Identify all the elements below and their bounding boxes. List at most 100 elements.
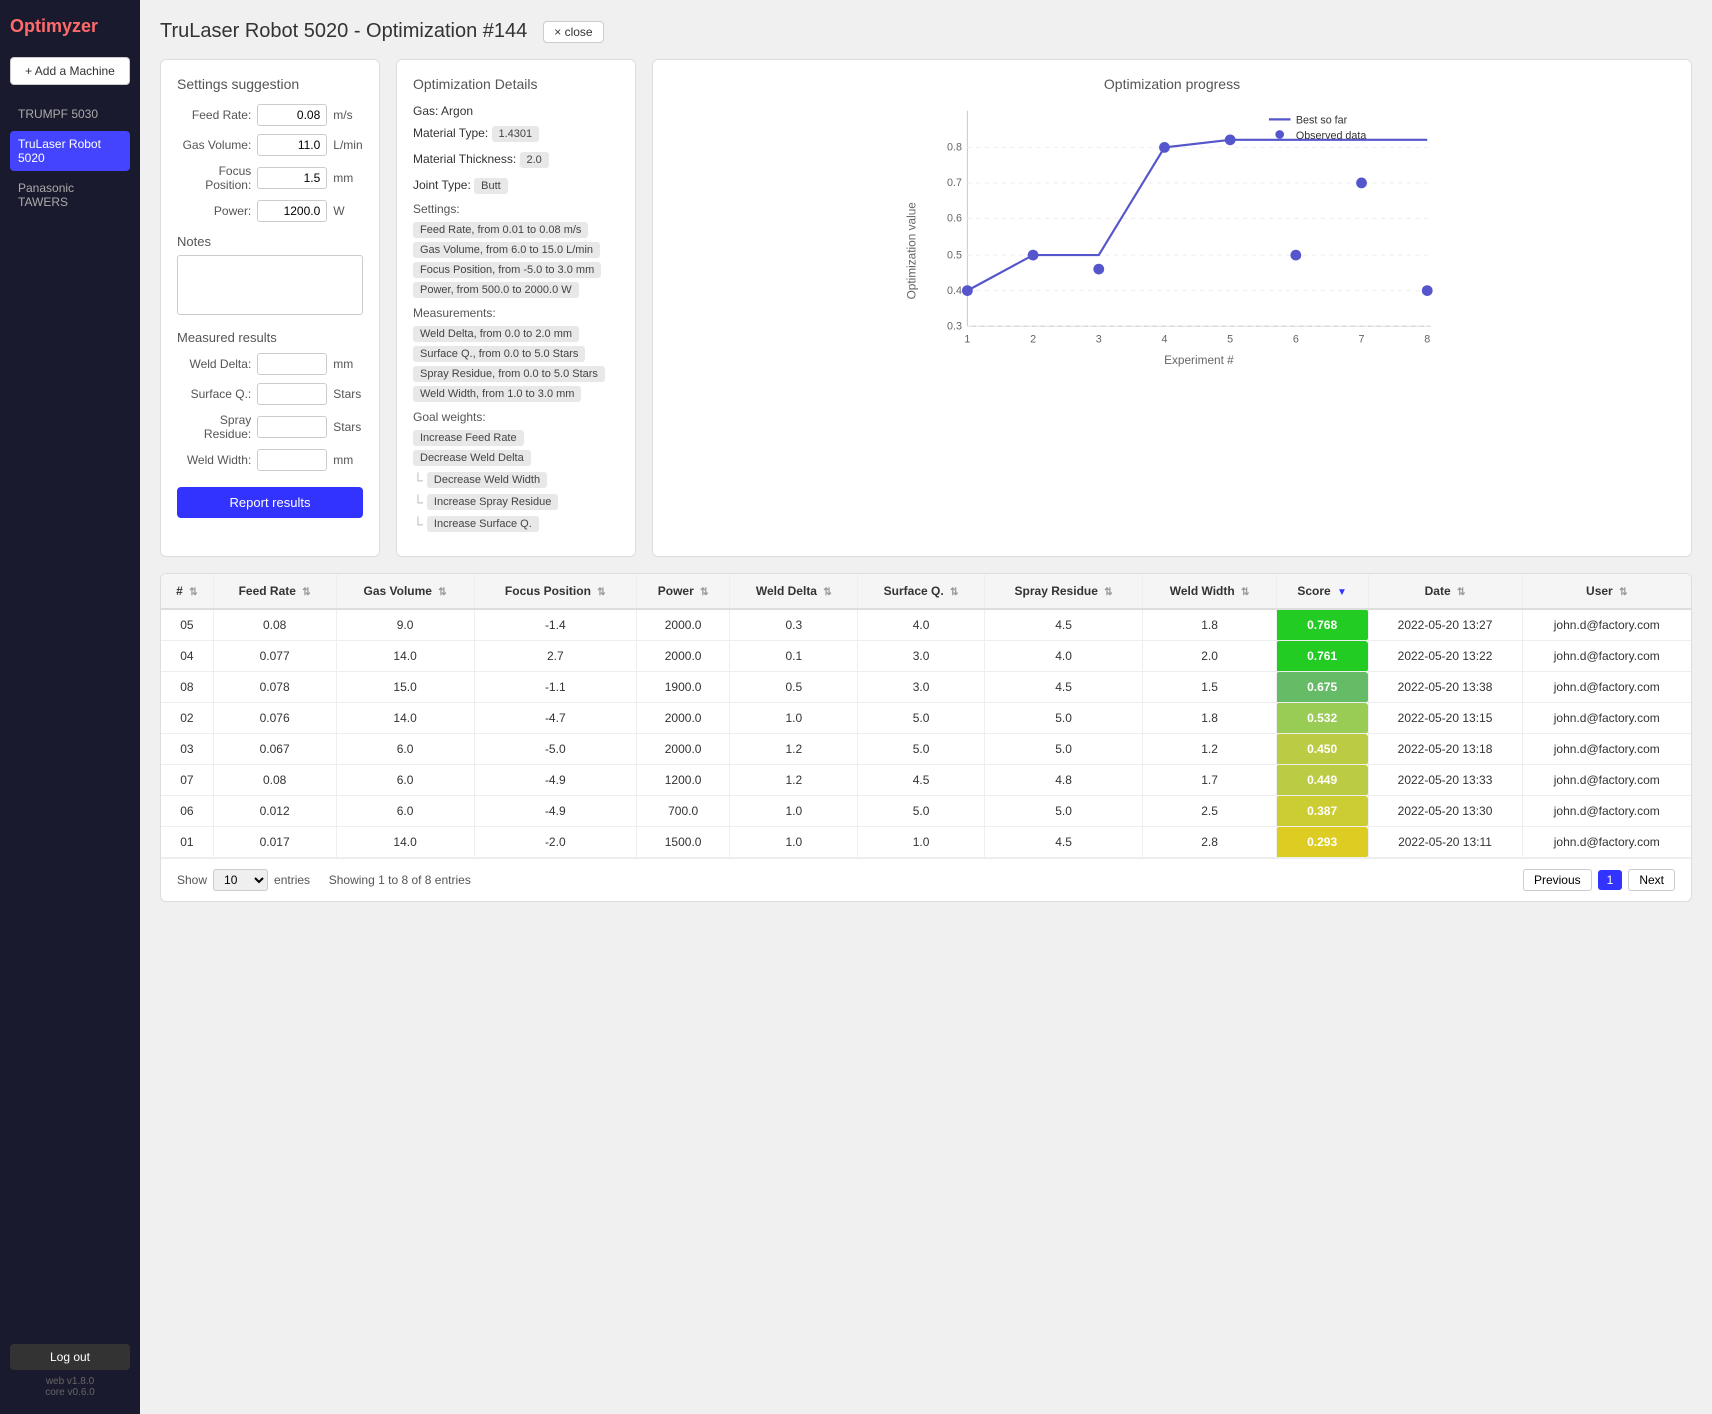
gas-volume-field: Gas Volume: L/min — [177, 134, 363, 156]
prev-button[interactable]: Previous — [1523, 869, 1592, 891]
table-row: 070.086.0-4.91200.01.24.54.81.70.4492022… — [161, 765, 1691, 796]
feed-rate-label: Feed Rate: — [177, 108, 251, 122]
close-button[interactable]: × close — [543, 21, 603, 43]
surface-q-input[interactable] — [257, 383, 327, 405]
table-cell: 1.0 — [730, 796, 858, 827]
col-user[interactable]: User ⇅ — [1522, 574, 1691, 609]
weld-width-input[interactable] — [257, 449, 327, 471]
results-table-section: # ⇅ Feed Rate ⇅ Gas Volume ⇅ Focus Posit… — [160, 573, 1692, 902]
notes-section: Notes — [177, 234, 363, 318]
date-cell: 2022-05-20 13:11 — [1368, 827, 1522, 858]
measurement-tag-0: Weld Delta, from 0.0 to 2.0 mm — [413, 326, 579, 342]
power-label: Power: — [177, 204, 251, 218]
table-cell: 2000.0 — [636, 609, 729, 641]
sidebar-item-trumpf[interactable]: TRUMPF 5030 — [10, 101, 130, 127]
table-cell: 5.0 — [858, 703, 984, 734]
table-cell: 9.0 — [336, 609, 474, 641]
col-gas-volume[interactable]: Gas Volume ⇅ — [336, 574, 474, 609]
col-score[interactable]: Score ▼ — [1276, 574, 1368, 609]
table-cell: 1.2 — [730, 734, 858, 765]
table-cell: -1.1 — [474, 672, 636, 703]
table-cell: 2000.0 — [636, 641, 729, 672]
surface-q-unit: Stars — [333, 387, 363, 401]
score-cell: 0.293 — [1276, 827, 1368, 858]
table-cell: 0.076 — [213, 703, 336, 734]
user-cell: john.d@factory.com — [1522, 703, 1691, 734]
table-cell: 1200.0 — [636, 765, 729, 796]
user-cell: john.d@factory.com — [1522, 827, 1691, 858]
table-cell: 2000.0 — [636, 703, 729, 734]
goal-tag-indented-1: Increase Spray Residue — [427, 494, 558, 510]
user-cell: john.d@factory.com — [1522, 734, 1691, 765]
add-machine-button[interactable]: + Add a Machine — [10, 57, 130, 85]
feed-rate-unit: m/s — [333, 108, 363, 122]
entries-label: entries — [274, 873, 310, 887]
notes-textarea[interactable] — [177, 255, 363, 315]
table-row: 050.089.0-1.42000.00.34.04.51.80.7682022… — [161, 609, 1691, 641]
power-unit: W — [333, 204, 363, 218]
score-cell: 0.761 — [1276, 641, 1368, 672]
col-weld-width[interactable]: Weld Width ⇅ — [1143, 574, 1276, 609]
version-text: web v1.8.0core v0.6.0 — [10, 1376, 130, 1398]
focus-position-input[interactable] — [257, 167, 327, 189]
gas-volume-input[interactable] — [257, 134, 327, 156]
table-cell: 4.5 — [858, 765, 984, 796]
table-cell: 0.012 — [213, 796, 336, 827]
power-input[interactable] — [257, 200, 327, 222]
table-cell: 1.0 — [858, 827, 984, 858]
svg-text:Optimization value: Optimization value — [905, 202, 919, 300]
table-cell: 07 — [161, 765, 213, 796]
col-feed-rate[interactable]: Feed Rate ⇅ — [213, 574, 336, 609]
gas-volume-unit: L/min — [333, 138, 363, 152]
table-footer: Show 10 25 50 100 entries Showing 1 to 8… — [161, 858, 1691, 901]
goal-tag-main-0: Increase Feed Rate — [413, 430, 524, 446]
table-cell: 0.08 — [213, 765, 336, 796]
score-cell: 0.532 — [1276, 703, 1368, 734]
indent-arrow-1: └ — [413, 494, 423, 510]
material-thickness-label: Material Thickness: — [413, 152, 516, 166]
goal-weights-label: Goal weights: — [413, 410, 619, 424]
sidebar-item-trulaser[interactable]: TruLaser Robot 5020 — [10, 131, 130, 171]
logo-text: Optimyzer — [10, 16, 98, 36]
table-cell: 1900.0 — [636, 672, 729, 703]
user-cell: john.d@factory.com — [1522, 672, 1691, 703]
weld-delta-measured: Weld Delta: mm — [177, 353, 363, 375]
table-cell: 08 — [161, 672, 213, 703]
entries-select[interactable]: 10 25 50 100 — [213, 869, 268, 891]
col-weld-delta[interactable]: Weld Delta ⇅ — [730, 574, 858, 609]
focus-position-unit: mm — [333, 171, 363, 185]
settings-tag-2: Focus Position, from -5.0 to 3.0 mm — [413, 262, 601, 278]
next-button[interactable]: Next — [1628, 869, 1675, 891]
joint-type-detail: Joint Type: Butt — [413, 176, 619, 196]
col-date[interactable]: Date ⇅ — [1368, 574, 1522, 609]
svg-text:4: 4 — [1161, 333, 1167, 345]
svg-text:7: 7 — [1359, 333, 1365, 345]
svg-text:0.4: 0.4 — [947, 285, 962, 297]
logout-button[interactable]: Log out — [10, 1344, 130, 1370]
svg-text:8: 8 — [1424, 333, 1430, 345]
weld-width-measured: Weld Width: mm — [177, 449, 363, 471]
table-cell: 5.0 — [984, 796, 1143, 827]
table-cell: 4.0 — [858, 609, 984, 641]
table-cell: 1500.0 — [636, 827, 729, 858]
sidebar-item-panasonic[interactable]: Panasonic TAWERS — [10, 175, 130, 215]
table-cell: 0.077 — [213, 641, 336, 672]
col-surface-q[interactable]: Surface Q. ⇅ — [858, 574, 984, 609]
joint-type-label: Joint Type: — [413, 178, 471, 192]
col-num[interactable]: # ⇅ — [161, 574, 213, 609]
col-power[interactable]: Power ⇅ — [636, 574, 729, 609]
showing-text: Showing 1 to 8 of 8 entries — [329, 873, 471, 887]
table-row: 040.07714.02.72000.00.13.04.02.00.761202… — [161, 641, 1691, 672]
measurements-group-label: Measurements: — [413, 306, 619, 320]
weld-delta-input[interactable] — [257, 353, 327, 375]
table-cell: -4.9 — [474, 796, 636, 827]
report-results-button[interactable]: Report results — [177, 487, 363, 518]
user-cell: john.d@factory.com — [1522, 609, 1691, 641]
table-cell: -4.9 — [474, 765, 636, 796]
col-spray-residue[interactable]: Spray Residue ⇅ — [984, 574, 1143, 609]
col-focus-position[interactable]: Focus Position ⇅ — [474, 574, 636, 609]
power-field: Power: W — [177, 200, 363, 222]
page-1-button[interactable]: 1 — [1598, 870, 1623, 890]
spray-residue-input[interactable] — [257, 416, 327, 438]
feed-rate-input[interactable] — [257, 104, 327, 126]
